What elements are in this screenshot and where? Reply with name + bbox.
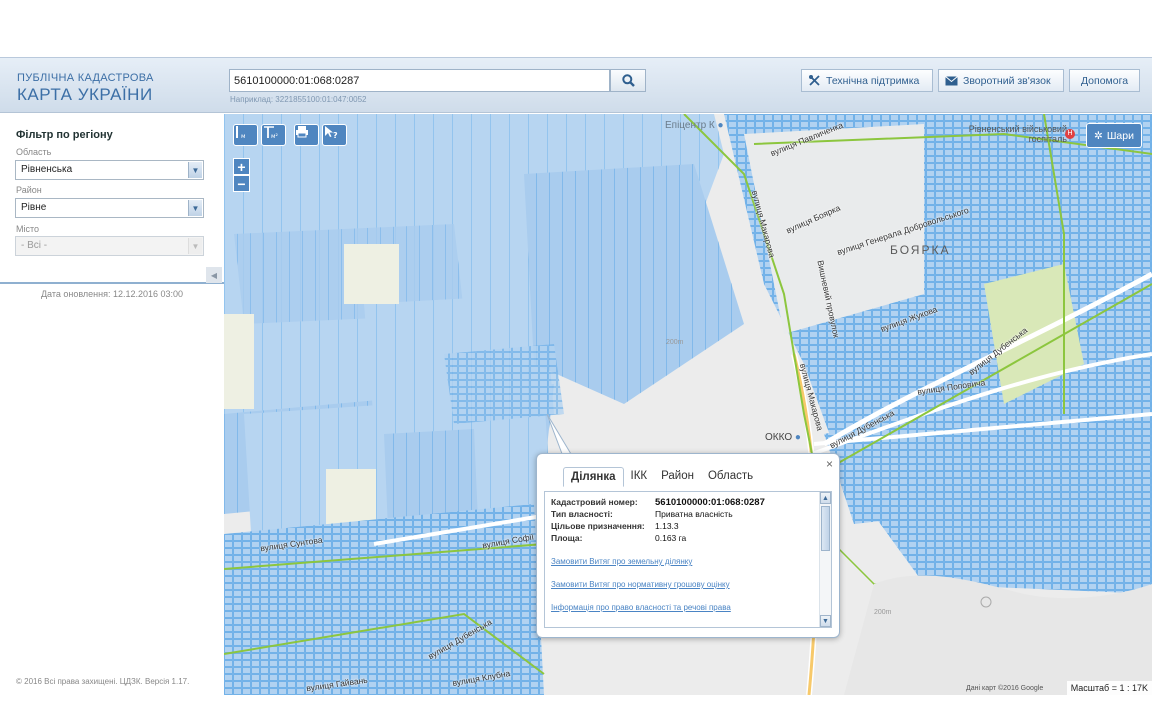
help-button[interactable]: Допомога [1069,69,1140,92]
sidebar: Фільтр по регіону Область Рівненська ▼ Р… [0,114,224,720]
chevron-down-icon: ▼ [188,238,202,254]
svg-text:м: м [241,133,246,139]
place-boyarka: БОЯРКА [890,243,951,257]
feedback-button[interactable]: Зворотний зв'язок [938,69,1064,92]
tab-parcel[interactable]: Ділянка [563,467,624,487]
magnifier-icon [621,74,635,87]
feedback-label: Зворотний зв'язок [963,74,1051,87]
svg-text:м²: м² [271,133,278,139]
search-hint: Наприклад: 3221855100:01:047:0052 [230,95,367,104]
app-window: ПУБЛІЧНА КАДАСТРОВА КАРТА УКРАЇНИ Наприк… [0,0,1152,720]
region-filter-panel: Фільтр по регіону Область Рівненська ▼ Р… [0,114,224,284]
measure-area-button[interactable]: м² [261,124,286,146]
search-button[interactable] [610,69,646,92]
contour-label: 200m [666,339,684,346]
poi-epicentr: Епіцентр К ● [665,120,724,131]
chevron-down-icon: ▼ [188,162,202,178]
print-button[interactable] [294,124,319,146]
map-credits: Дані карт ©2016 Google [966,685,1044,692]
region-label: Область [16,147,52,157]
gear-icon: ✲ [1094,129,1103,142]
svg-text:?: ? [333,131,338,139]
area-ruler-icon: м² [264,126,278,139]
update-date: Дата оновлення: 12.12.2016 03:00 [40,289,184,299]
tools-icon [809,75,820,86]
cursor-question-icon: ? [325,126,338,139]
scroll-thumb[interactable] [821,506,830,551]
fuel-icon: ● [794,432,801,443]
cadastral-search-input[interactable] [229,69,610,92]
tab-district[interactable]: Район [654,467,701,487]
layers-label: Шари [1106,129,1134,142]
header-bar: ПУБЛІЧНА КАДАСТРОВА КАРТА УКРАЇНИ Наприк… [0,57,1152,113]
scroll-down-icon[interactable]: ▼ [820,615,831,627]
printer-icon [296,126,308,138]
region-select[interactable]: Рівненська ▼ [15,160,204,180]
prop-ownership-type: Тип власності: Приватна власність [551,509,733,519]
zoom-out-button[interactable]: − [233,175,250,192]
poi-okko: ОККО ● [765,432,801,443]
layers-button[interactable]: ✲ Шари [1086,123,1142,148]
brand-line2: КАРТА УКРАЇНИ [17,85,153,104]
chevron-down-icon: ▼ [188,200,202,216]
identify-button[interactable]: ? [322,124,347,146]
city-value: - Всі - [21,240,48,251]
ownership-info-link[interactable]: Інформація про право власності та речові… [551,603,731,612]
collapse-sidebar-button[interactable]: ◀ [206,267,222,283]
popup-content: Кадастровий номер: 5610100000:01:068:0287… [544,491,832,628]
filter-title: Фільтр по регіону [16,129,113,141]
prop-purpose: Цільове призначення: 1.13.3 [551,521,679,531]
scroll-up-icon[interactable]: ▲ [820,492,831,504]
prop-area: Площа: 0.163 га [551,533,687,543]
city-label: Місто [16,224,40,234]
ruler-icon: м [236,126,246,139]
city-select: - Всі - ▼ [15,236,204,256]
tab-region[interactable]: Область [701,467,760,487]
scale-indicator: Масштаб = 1 : 17K [1066,681,1152,695]
brand-line1: ПУБЛІЧНА КАДАСТРОВА [17,72,154,84]
poi-hospital: Рівненський військовий госпіталь [968,124,1067,144]
envelope-icon [945,75,958,85]
popup-scrollbar[interactable]: ▲ ▼ [819,492,831,627]
district-value: Рівне [21,202,47,213]
map-canvas[interactable]: м м² ? + − ✲ Шари Епіцентр К ● Рівненськ… [224,114,1152,695]
region-value: Рівненська [21,164,73,175]
district-label: Район [16,185,42,195]
zoom-in-button[interactable]: + [233,158,250,175]
measure-line-button[interactable]: м [233,124,258,146]
contour-label: 200m [874,609,892,616]
site-logo[interactable]: ПУБЛІЧНА КАДАСТРОВА КАРТА УКРАЇНИ [17,72,154,105]
tab-ikk[interactable]: ІКК [624,467,655,487]
order-valuation-link[interactable]: Замовити Витяг про нормативну грошову оц… [551,580,730,589]
copyright: © 2016 Всі права захищені. ЦДЗК. Версія … [16,677,190,686]
popup-tabs: Ділянка ІКК Район Область [563,467,760,487]
shopping-icon: ● [717,120,724,131]
prop-cadastral-number: Кадастровий номер: 5610100000:01:068:0287 [551,497,765,508]
help-label: Допомога [1080,74,1129,87]
hospital-icon: H [1065,129,1075,139]
search-area: Наприклад: 3221855100:01:047:0052 [229,69,646,104]
district-select[interactable]: Рівне ▼ [15,198,204,218]
parcel-info-popup: × Ділянка ІКК Район Область Кадастровий … [536,453,840,638]
support-label: Технічна підтримка [826,74,920,87]
support-button[interactable]: Технічна підтримка [801,69,933,92]
order-extract-link[interactable]: Замовити Витяг про земельну ділянку [551,557,692,566]
close-icon[interactable]: × [826,457,833,471]
